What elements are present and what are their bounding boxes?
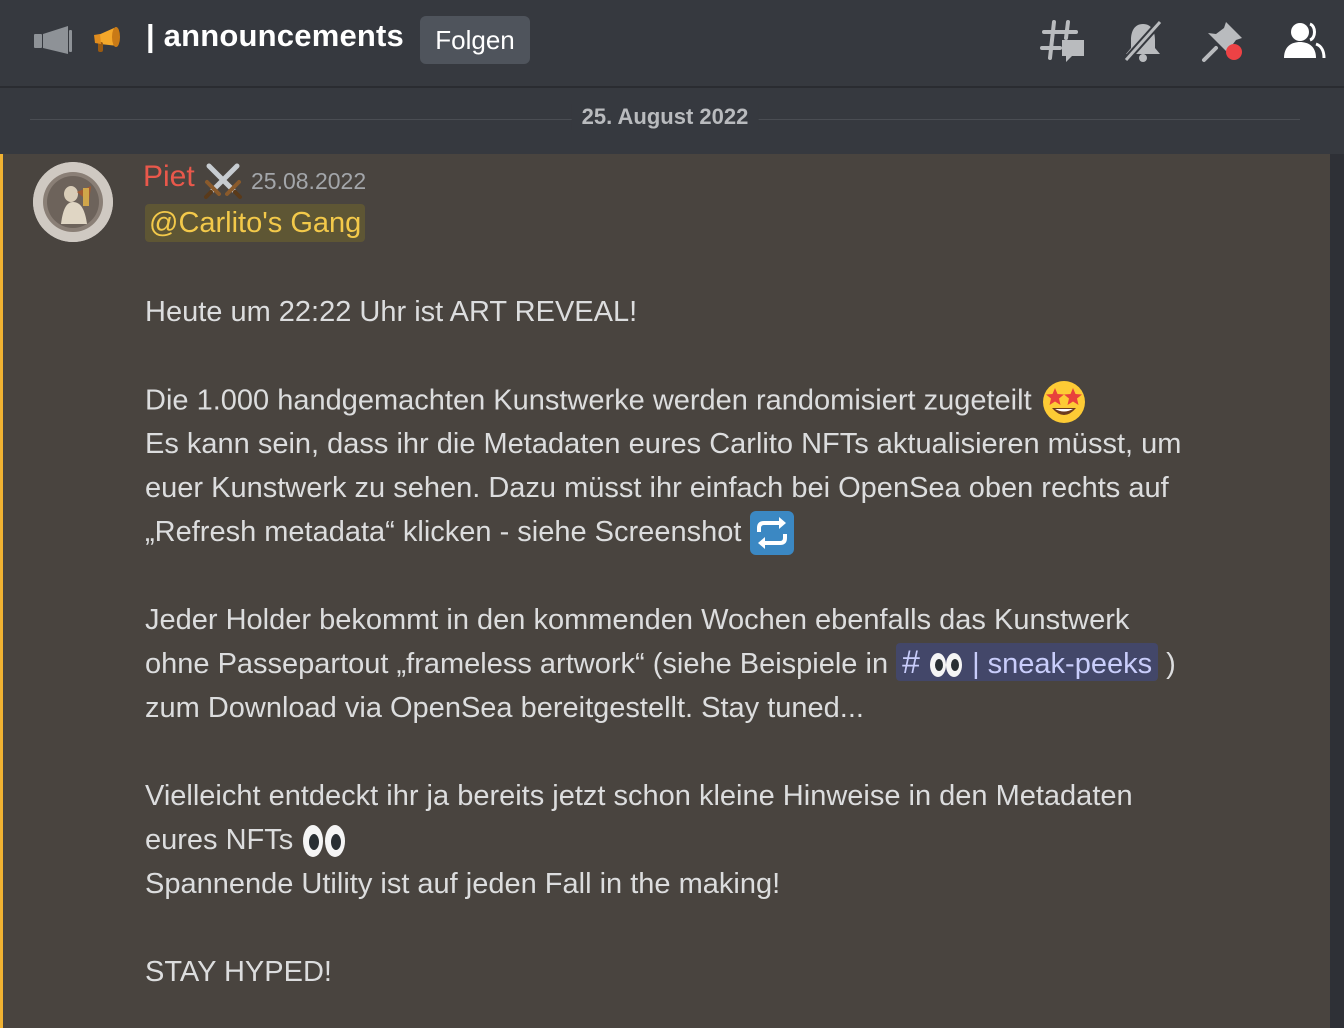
message-line: „Refresh metadata“ klicken - siehe Scree…: [145, 510, 795, 556]
message-line: Heute um 22:22 Uhr ist ART REVEAL!: [145, 296, 638, 328]
message-line: Die 1.000 handgemachten Kunstwerke werde…: [145, 378, 1088, 426]
crossed-swords-emoji: [204, 163, 242, 199]
announcement-channel-icon: [34, 26, 72, 54]
megaphone-emoji: [94, 27, 120, 52]
eyes-emoji: [303, 825, 346, 858]
channel-title: | announcements: [146, 18, 404, 53]
message-text: Die 1.000 handgemachten Kunstwerke werde…: [145, 384, 1032, 417]
message-line: Vielleicht entdeckt ihr ja bereits jetzt…: [145, 780, 1133, 812]
avatar-image: [33, 162, 113, 242]
date-divider: 25. August 2022: [30, 100, 1300, 140]
scrollbar-track[interactable]: [1330, 154, 1344, 1028]
divider-date: 25. August 2022: [571, 104, 759, 130]
pin-icon[interactable]: [1200, 18, 1246, 64]
message-text: ohne Passepartout „frameless artwork“ (s…: [145, 648, 889, 680]
message-text: eures NFTs: [145, 824, 294, 856]
message-line: euer Kunstwerk zu sehen. Dazu müsst ihr …: [145, 472, 1169, 504]
message-text: „Refresh metadata“ klicken - siehe Scree…: [145, 516, 742, 548]
member-list-icon[interactable]: [1280, 18, 1326, 64]
message-text: ): [1166, 648, 1176, 680]
channel-header: | announcements Folgen: [0, 0, 1344, 88]
message-line: eures NFTs: [145, 818, 347, 862]
message-line: STAY HYPED!: [145, 956, 332, 988]
eyes-emoji: [930, 653, 962, 678]
follow-button[interactable]: Folgen: [420, 16, 530, 64]
channel-link-name: | sneak-peeks: [972, 648, 1153, 680]
message-line: Jeder Holder bekommt in den kommenden Wo…: [145, 604, 1130, 636]
message-line: Es kann sein, dass ihr die Metadaten eur…: [145, 428, 1182, 460]
message-timestamp[interactable]: 25.08.2022: [251, 168, 366, 195]
repeat-button-emoji: [750, 511, 795, 556]
message-highlighted[interactable]: Piet 25.08.2022 @Carlito's Gang Heute um…: [0, 154, 1330, 1028]
author-name[interactable]: Piet: [143, 160, 195, 194]
message-line: zum Download via OpenSea bereitgestellt.…: [145, 692, 864, 724]
channel-link-sneak-peeks[interactable]: # | sneak-peeks: [896, 643, 1159, 681]
bell-slash-icon[interactable]: [1120, 18, 1166, 64]
avatar[interactable]: [33, 162, 113, 242]
message-line: ohne Passepartout „frameless artwork“ (s…: [145, 642, 1176, 686]
hash-icon: #: [902, 644, 920, 680]
star-struck-emoji: [1042, 381, 1085, 423]
role-mention[interactable]: @Carlito's Gang: [145, 204, 366, 242]
threads-icon[interactable]: [1040, 18, 1086, 64]
message-line: Spannende Utility ist auf jeden Fall in …: [145, 868, 781, 900]
